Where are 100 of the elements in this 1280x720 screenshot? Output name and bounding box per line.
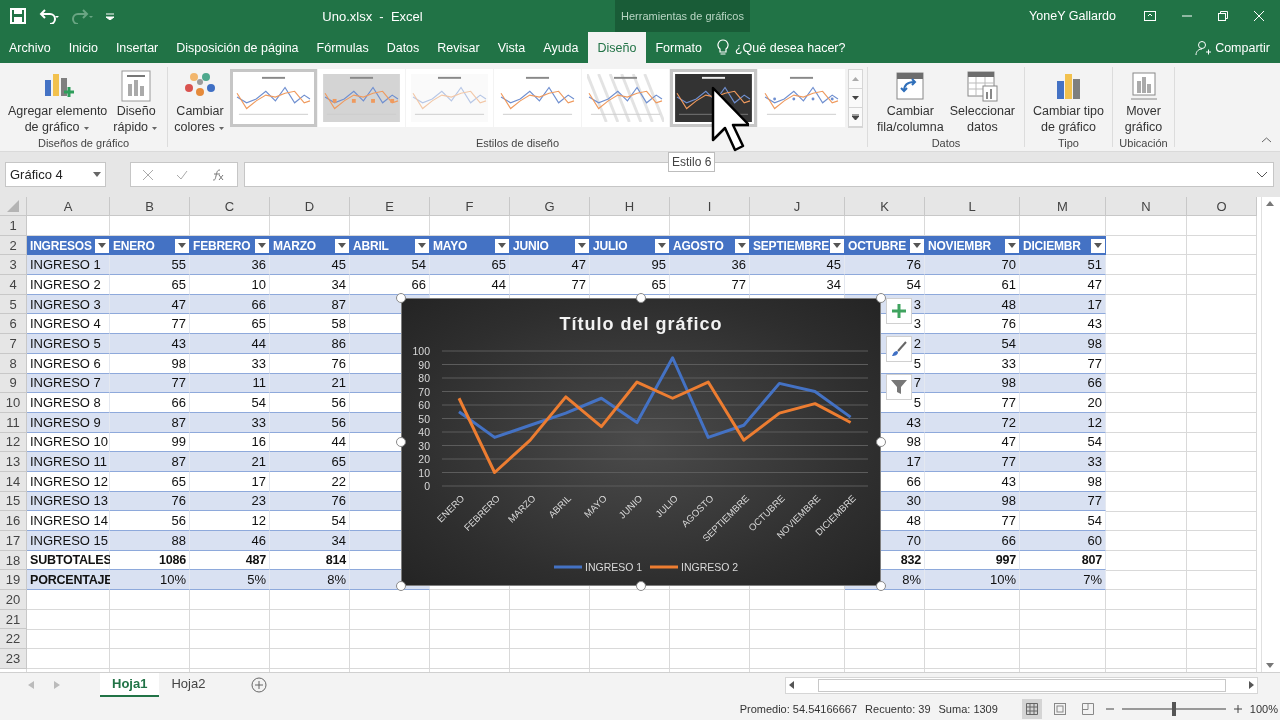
ribbon-button[interactable]: Cambiar colores	[172, 67, 228, 137]
ribbon-button[interactable]: Cambiar fila/columna	[875, 67, 946, 137]
column-letter[interactable]: O	[1187, 197, 1257, 216]
table-cell: INGRESO 4	[27, 314, 110, 335]
ribbon-tab[interactable]: Datos	[377, 32, 429, 63]
row-number[interactable]: 23	[0, 649, 27, 669]
row-number[interactable]: 7	[0, 334, 27, 354]
row-number[interactable]: 1	[0, 216, 27, 236]
tell-me-field[interactable]: ¿Qué desea hacer?	[734, 40, 846, 55]
group-label: Ubicación	[1119, 137, 1168, 149]
table-cell: 54	[1020, 432, 1106, 453]
table-cell: SUBTOTALES	[27, 550, 110, 571]
column-letter[interactable]: C	[190, 197, 270, 216]
table-cell: 807	[1020, 550, 1106, 571]
header-text: FEBRERO	[193, 238, 251, 253]
table-cell: INGRESO 6	[27, 353, 110, 374]
table-cell: 98	[1020, 471, 1106, 492]
row-number[interactable]: 4	[0, 275, 27, 295]
column-letter[interactable]: N	[1106, 197, 1187, 216]
row-number[interactable]: 20	[0, 590, 27, 610]
table-cell: 77	[925, 511, 1020, 531]
axis-tick-label: 20	[418, 453, 430, 465]
table-cell: 34	[750, 275, 845, 295]
window-title: Uno.xlsx - Excel	[321, 8, 424, 24]
table-cell: 34	[270, 275, 350, 295]
table-cell: 60	[1020, 531, 1106, 551]
table-cell: 87	[110, 452, 190, 472]
ribbon-button[interactable]: Cambiar tipo de gráfico	[1031, 67, 1106, 137]
ribbon-tab[interactable]: Archivo	[0, 32, 60, 63]
column-letter[interactable]: A	[27, 197, 110, 216]
column-letter[interactable]: B	[110, 197, 190, 216]
share-button[interactable]: Compartir	[1195, 32, 1270, 63]
column-letter[interactable]: H	[590, 197, 670, 216]
column-letter[interactable]: I	[670, 197, 750, 216]
axis-tick-label: 60	[418, 399, 430, 411]
table-cell: 8%	[270, 570, 350, 591]
ribbon-tab[interactable]: Fórmulas	[307, 32, 378, 63]
ribbon-button[interactable]: Agregar elemento de gráfico	[5, 67, 110, 137]
row-number[interactable]: 22	[0, 629, 27, 650]
axis-tick-label: 0	[424, 480, 430, 492]
ribbon-tab[interactable]: Formato	[646, 32, 711, 63]
table-cell: 10%	[925, 570, 1020, 591]
table-cell: 76	[270, 353, 350, 374]
column-letter[interactable]: F	[430, 197, 510, 216]
table-cell: 54	[1020, 511, 1106, 531]
row-number[interactable]: 17	[0, 531, 27, 551]
row-number[interactable]: 3	[0, 255, 27, 276]
table-cell: 36	[190, 255, 270, 276]
ribbon-button[interactable]: Seleccionar datos	[947, 67, 1017, 137]
column-letter[interactable]: D	[270, 197, 350, 216]
axis-tick-label: 100	[412, 345, 430, 357]
ribbon-tab[interactable]: Vista	[488, 32, 535, 63]
row-number[interactable]: 10	[0, 393, 27, 413]
table-cell: 22	[270, 471, 350, 492]
table-cell: 56	[270, 393, 350, 413]
table-cell: 72	[925, 412, 1020, 433]
table-cell: 7%	[1020, 570, 1106, 591]
table-cell: 23	[190, 491, 270, 512]
row-number[interactable]: 13	[0, 452, 27, 472]
table-cell: 77	[925, 452, 1020, 472]
column-letter[interactable]: K	[845, 197, 925, 216]
name-box[interactable]: Gráfico 4	[5, 162, 106, 187]
table-cell: 66	[190, 294, 270, 315]
table-cell: 54	[350, 255, 430, 276]
header-text: AGOSTO	[673, 238, 724, 253]
table-cell: 66	[110, 393, 190, 413]
row-number[interactable]: 16	[0, 511, 27, 531]
table-cell: 55	[110, 255, 190, 276]
table-cell: 98	[925, 373, 1020, 394]
zoom-level[interactable]: 100%	[1249, 702, 1278, 715]
ribbon-tab[interactable]: Ayuda	[534, 32, 588, 63]
ribbon-tab[interactable]: Diseño	[587, 32, 647, 63]
ribbon-tab[interactable]: Insertar	[106, 32, 168, 63]
status-text: Suma: 1309	[938, 702, 998, 715]
ribbon-tab[interactable]: Disposición de página	[167, 32, 308, 63]
column-letter[interactable]: G	[510, 197, 590, 216]
axis-tick-label: 30	[418, 439, 430, 452]
table-cell: 77	[110, 314, 190, 335]
sheet-tab[interactable]: Hoja2	[159, 672, 218, 698]
ribbon-tab[interactable]: Inicio	[59, 32, 107, 63]
row-number[interactable]: 19	[0, 570, 27, 591]
table-cell: 65	[590, 275, 670, 295]
sheet-tab[interactable]: Hoja1	[100, 672, 160, 698]
column-letter[interactable]: M	[1020, 197, 1106, 216]
table-cell: 10	[190, 275, 270, 295]
ribbon-button[interactable]: Diseño rápido	[111, 67, 162, 137]
row-number[interactable]: 6	[0, 314, 27, 335]
table-cell: INGRESO 14	[27, 511, 110, 531]
table-cell: 44	[270, 432, 350, 453]
column-letter[interactable]: J	[750, 197, 845, 216]
ribbon-button[interactable]: Mover gráfico	[1122, 67, 1165, 137]
table-cell: 33	[190, 353, 270, 374]
header-text: MAYO	[433, 238, 468, 253]
ribbon-tab[interactable]: Revisar	[428, 32, 489, 63]
table-cell: 5%	[190, 570, 270, 591]
column-letter[interactable]: L	[925, 197, 1020, 216]
header-text: MARZO	[273, 238, 316, 253]
column-letter[interactable]: E	[350, 197, 430, 216]
table-cell: 43	[1020, 314, 1106, 335]
table-cell: 98	[925, 491, 1020, 512]
